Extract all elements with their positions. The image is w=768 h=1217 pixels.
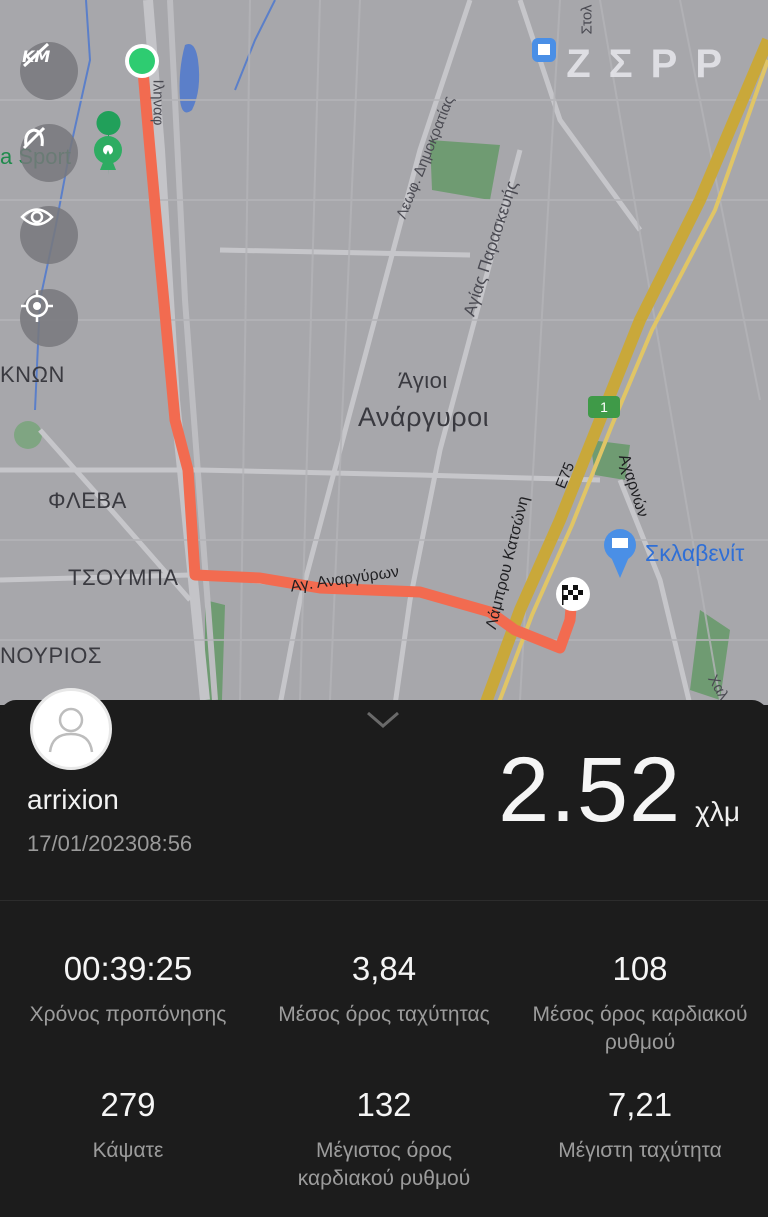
stat-label: Μέσος όρος ταχύτητας bbox=[278, 1003, 490, 1026]
collapse-chevron-icon[interactable] bbox=[365, 710, 401, 730]
stat-value: 3,84 bbox=[351, 950, 417, 987]
district-label-anargyroi: Ανάργυροι bbox=[358, 402, 490, 432]
stat-value: 108 bbox=[612, 950, 668, 987]
eye-icon bbox=[20, 208, 54, 226]
km-toggle-button[interactable]: KM bbox=[20, 42, 78, 100]
brand-watermark: ΖΣΡΡ bbox=[566, 42, 740, 86]
stat-average-speed: 3,84 Μέσος όρος ταχύτητας bbox=[256, 952, 512, 1029]
stat-label: Μέγιστος όρος καρδιακού ρυθμού bbox=[297, 1139, 471, 1190]
street-label-stoli: Στολ bbox=[578, 4, 596, 35]
hide-route-icon bbox=[22, 126, 46, 150]
stat-value: 7,21 bbox=[607, 1086, 673, 1123]
district-label-agioi: Άγιοι bbox=[398, 368, 448, 393]
district-label-knon: ΚΝΩΝ bbox=[0, 362, 65, 387]
distance-display: 2.52 χλμ bbox=[498, 738, 740, 843]
map-canvas bbox=[0, 0, 768, 705]
locate-button[interactable] bbox=[20, 289, 78, 347]
divider bbox=[0, 900, 768, 901]
stat-max-heart-rate: 132 Μέγιστος όρος καρδιακού ρυθμού bbox=[256, 1088, 512, 1193]
stat-value: 279 bbox=[100, 1086, 156, 1123]
district-label-tsoumpa: ΤΣΟΥΜΠΑ bbox=[68, 565, 179, 590]
stat-value: 132 bbox=[356, 1086, 412, 1123]
stat-label: Χρόνος προπόνησης bbox=[29, 1003, 227, 1026]
district-label-noyrios: ΝΟΥΡΙΟΣ bbox=[0, 643, 102, 668]
hide-route-button[interactable] bbox=[20, 124, 78, 182]
workout-datetime: 17/01/202308:56 bbox=[27, 831, 193, 856]
km-toggle-icon: KM bbox=[22, 42, 50, 68]
stat-average-heart-rate: 108 Μέσος όρος καρδιακού ρυθμού bbox=[512, 952, 768, 1057]
username: arrixion bbox=[27, 784, 119, 815]
stat-value: 00:39:25 bbox=[63, 950, 193, 987]
user-placeholder-icon bbox=[48, 707, 94, 753]
stat-max-speed: 7,21 Μέγιστη ταχύτητα bbox=[512, 1088, 768, 1165]
stat-label: Μέσος όρος καρδιακού ρυθμού bbox=[532, 1003, 748, 1054]
street-label-trains: Ιληναφ bbox=[149, 79, 167, 126]
workout-summary-panel: arrixion 17/01/202308:56 2.52 χλμ 00:39:… bbox=[0, 688, 768, 1217]
avatar[interactable] bbox=[30, 688, 112, 770]
route-map[interactable]: ΖΣΡΡ Άγιοι Ανάργυροι ΦΛΕΒΑ ΤΣΟΥΜΠΑ ΚΝΩΝ … bbox=[0, 0, 768, 705]
stat-label: Κάψατε bbox=[92, 1139, 164, 1162]
stat-training-time: 00:39:25 Χρόνος προπόνησης bbox=[0, 952, 256, 1029]
road-shield-1: 1 bbox=[588, 396, 620, 418]
district-label-fleva: ΦΛΕΒΑ bbox=[48, 488, 127, 513]
distance-unit: χλμ bbox=[695, 796, 740, 827]
poi-label-supermarket[interactable]: Σκλαβενίτ bbox=[645, 542, 744, 565]
distance-value: 2.52 bbox=[498, 739, 682, 841]
view-toggle-button[interactable] bbox=[20, 206, 78, 264]
stat-calories: 279 Κάψατε bbox=[0, 1088, 256, 1165]
stat-label: Μέγιστη ταχύτητα bbox=[558, 1139, 722, 1162]
locate-icon bbox=[21, 290, 53, 322]
